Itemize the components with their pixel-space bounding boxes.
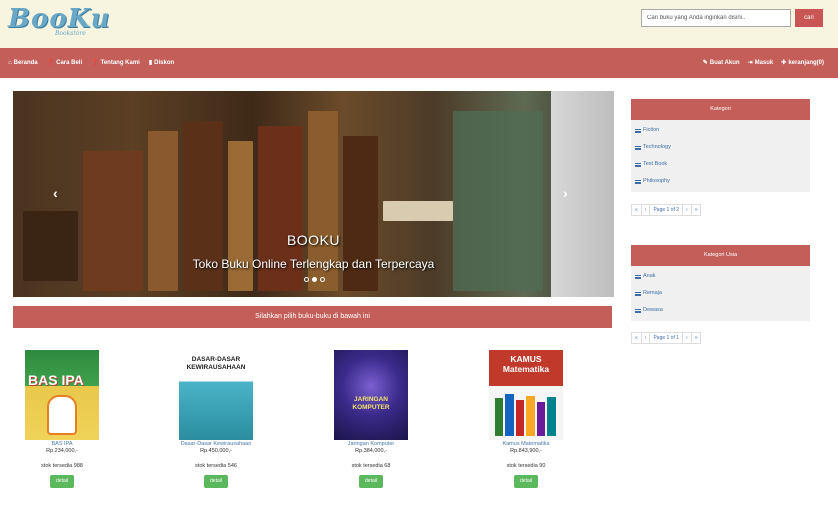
list-icon bbox=[635, 291, 641, 296]
nav-cara-beli[interactable]: ❓ Cara Beli bbox=[46, 59, 83, 67]
search-button[interactable]: cari bbox=[795, 9, 823, 27]
kategori-usia-item[interactable]: Remaja bbox=[635, 285, 806, 302]
pager-page-label: Page 1 of 2 bbox=[649, 204, 684, 216]
product-cover[interactable]: DASAR-DASAR KEWIRAUSAHAAN bbox=[179, 350, 253, 440]
carousel-title: BOOKU bbox=[286, 232, 341, 248]
question-circle-icon: ❓ bbox=[46, 60, 55, 66]
kategori-panel: Kategori Fiction Technology Text Book Ph… bbox=[631, 99, 810, 192]
product-stock: stok tersedia 90 bbox=[506, 463, 546, 469]
nav-beranda-label: Beranda bbox=[13, 59, 38, 66]
nav-masuk-label: Masuk bbox=[754, 59, 774, 66]
nav-keranjang[interactable]: ✚ keranjang(0) bbox=[781, 59, 824, 67]
kategori-item-label: Fiction bbox=[643, 127, 660, 133]
nav-keranjang-label: keranjang(0) bbox=[788, 59, 824, 66]
detail-button[interactable]: detail bbox=[50, 475, 74, 488]
product-stock: stok tersedia 988 bbox=[41, 463, 83, 469]
book-icon: ▮ bbox=[148, 60, 153, 66]
kategori-usia-item[interactable]: Dewasa bbox=[635, 302, 806, 319]
question-circle-icon: ❓ bbox=[91, 60, 99, 66]
nav-right-group: ✎ Buat Akun ⇥ Masuk ✚ keranjang(0) bbox=[702, 59, 824, 67]
nav-diskon[interactable]: ▮ Diskon bbox=[148, 59, 175, 67]
product-cover-text: DASAR-DASAR KEWIRAUSAHAAN bbox=[186, 356, 246, 371]
nav-tentang-kami[interactable]: ❓ Tentang Kami bbox=[91, 59, 140, 67]
search-input[interactable] bbox=[641, 9, 791, 27]
nav-masuk[interactable]: ⇥ Masuk bbox=[747, 59, 774, 67]
kategori-usia-item-label: Dewasa bbox=[643, 307, 663, 313]
product-title[interactable]: Dasar-Dasar Kewirausahaan bbox=[161, 441, 271, 447]
product-card: JARINGAN KOMPUTER Jaringan Komputer Rp.3… bbox=[316, 350, 426, 488]
kategori-usia-item-label: Remaja bbox=[643, 290, 662, 296]
kategori-usia-pager: « ‹ Page 1 of 1 › » bbox=[631, 332, 702, 344]
product-card: BAS IPA BAS IPA Rp.234,000,- stok tersed… bbox=[7, 350, 117, 488]
detail-button[interactable]: detail bbox=[359, 475, 383, 488]
plus-icon: ✚ bbox=[781, 60, 787, 66]
kategori-usia-item-label: Anak bbox=[643, 273, 656, 279]
nav-diskon-label: Diskon bbox=[154, 59, 175, 66]
product-card: KAMUS Matematika Kamus Matematika Rp.843… bbox=[471, 350, 581, 488]
carousel-indicators bbox=[304, 277, 325, 282]
kategori-usia-heading: Kategori Usia bbox=[631, 245, 810, 266]
product-stock: stok tersedia 68 bbox=[351, 463, 391, 469]
product-cover-text: BAS IPA bbox=[28, 372, 84, 388]
list-icon bbox=[635, 274, 641, 279]
product-price: Rp.234,000,- bbox=[46, 448, 78, 454]
carousel-dot[interactable] bbox=[320, 277, 325, 282]
product-stock: stok tersedia 546 bbox=[195, 463, 237, 469]
product-title[interactable]: BAS IPA bbox=[7, 441, 117, 447]
chevron-left-icon[interactable]: ‹ bbox=[53, 185, 58, 201]
product-price: Rp.384,000,- bbox=[355, 448, 387, 454]
product-card: DASAR-DASAR KEWIRAUSAHAAN Dasar-Dasar Ke… bbox=[161, 350, 271, 488]
kategori-list: Fiction Technology Text Book Philosophy bbox=[631, 120, 810, 192]
site-logo-subtitle: Bookstore bbox=[55, 30, 86, 37]
kategori-usia-item[interactable]: Anak bbox=[635, 268, 806, 285]
kategori-usia-list: Anak Remaja Dewasa bbox=[631, 266, 810, 321]
detail-button[interactable]: detail bbox=[204, 475, 228, 488]
carousel-dot[interactable] bbox=[304, 277, 309, 282]
kategori-pager: « ‹ Page 1 of 2 › » bbox=[631, 204, 702, 216]
kategori-item[interactable]: Fiction bbox=[635, 122, 806, 139]
chevron-right-icon[interactable]: › bbox=[563, 185, 568, 201]
pencil-icon: ✎ bbox=[702, 60, 708, 66]
top-header: BooKu Bookstore cari bbox=[0, 0, 838, 48]
pager-page-label: Page 1 of 1 bbox=[649, 332, 684, 344]
product-cover-text: KAMUS Matematika bbox=[502, 354, 550, 374]
detail-button[interactable]: detail bbox=[514, 475, 538, 488]
list-icon bbox=[635, 162, 641, 167]
product-cover[interactable]: JARINGAN KOMPUTER bbox=[334, 350, 408, 440]
nav-buat-akun-label: Buat Akun bbox=[709, 59, 740, 66]
kategori-item-label: Philosophy bbox=[643, 178, 670, 184]
nav-cara-beli-label: Cara Beli bbox=[56, 59, 83, 66]
product-cover-text: JARINGAN KOMPUTER bbox=[352, 396, 390, 411]
product-cover[interactable]: KAMUS Matematika bbox=[489, 350, 563, 440]
pager-last-button[interactable]: » bbox=[690, 204, 702, 216]
product-price: Rp.843,900,- bbox=[510, 448, 542, 454]
kategori-item-label: Technology bbox=[643, 144, 671, 150]
nav-beranda[interactable]: ⌂ Beranda bbox=[8, 59, 38, 66]
product-price: Rp.450,000,- bbox=[200, 448, 232, 454]
list-icon bbox=[635, 128, 641, 133]
kategori-item[interactable]: Philosophy bbox=[635, 173, 806, 190]
product-cover[interactable]: BAS IPA bbox=[25, 350, 99, 440]
kategori-usia-panel: Kategori Usia Anak Remaja Dewasa bbox=[631, 245, 810, 321]
kategori-item[interactable]: Text Book bbox=[635, 156, 806, 173]
pager-last-button[interactable]: » bbox=[690, 332, 702, 344]
home-icon: ⌂ bbox=[8, 59, 12, 66]
nav-left-group: ⌂ Beranda ❓ Cara Beli ❓ Tentang Kami ▮ D… bbox=[8, 59, 175, 67]
carousel-caption: Toko Buku Online Terlengkap dan Terperca… bbox=[192, 257, 435, 271]
section-banner: Silahkan pilih buku-buku di bawah ini bbox=[13, 306, 612, 328]
nav-buat-akun[interactable]: ✎ Buat Akun bbox=[702, 59, 740, 67]
list-icon bbox=[635, 145, 641, 150]
product-title[interactable]: Jaringan Komputer bbox=[316, 441, 426, 447]
list-icon bbox=[635, 308, 641, 313]
kategori-heading: Kategori bbox=[631, 99, 810, 120]
list-icon bbox=[635, 179, 641, 184]
login-icon: ⇥ bbox=[747, 60, 753, 66]
kategori-item-label: Text Book bbox=[643, 161, 668, 167]
product-title[interactable]: Kamus Matematika bbox=[471, 441, 581, 447]
carousel-dot-active[interactable] bbox=[312, 277, 317, 282]
hero-carousel[interactable]: ‹ › BOOKU Toko Buku Online Terlengkap da… bbox=[13, 91, 614, 297]
nav-tentang-kami-label: Tentang Kami bbox=[100, 59, 140, 66]
kategori-item[interactable]: Technology bbox=[635, 139, 806, 156]
main-navbar: ⌂ Beranda ❓ Cara Beli ❓ Tentang Kami ▮ D… bbox=[0, 48, 838, 78]
